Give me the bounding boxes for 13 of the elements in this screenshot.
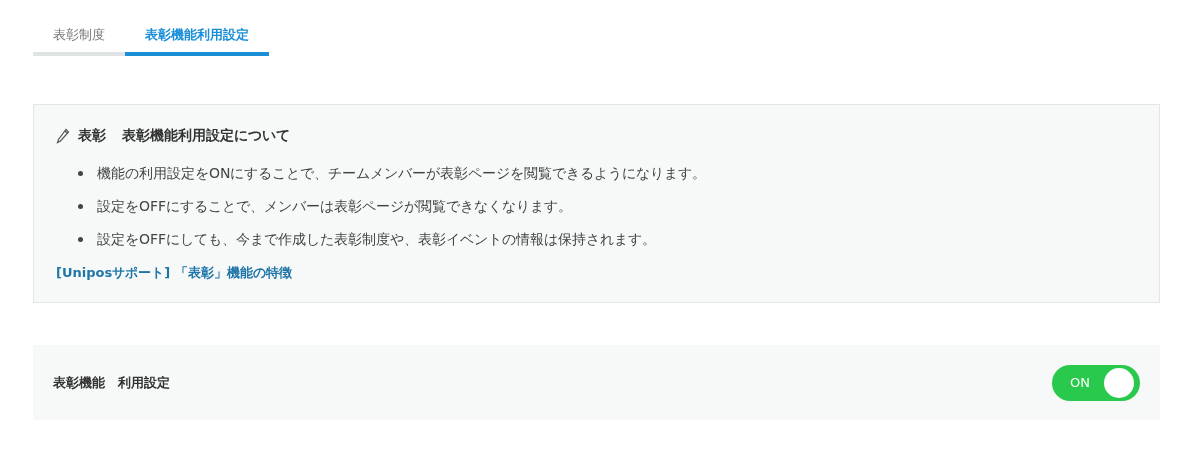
info-text: 設定をOFFにしても、今まで作成した表彰制度や、表彰イベントの情報は保持されます。 xyxy=(97,230,657,249)
tab[interactable]: 表彰制度 xyxy=(33,22,125,56)
bullet-icon xyxy=(78,237,83,242)
bullet-icon xyxy=(78,171,83,176)
info-title: 表彰機能利用設定について xyxy=(122,127,290,145)
pencil-icon xyxy=(56,128,70,144)
support-link[interactable]: [Uniposサポート] 「表彰」機能の特徴 xyxy=(56,264,292,282)
info-category: 表彰 xyxy=(78,127,106,145)
info-text: 機能の利用設定をONにすることで、チームメンバーが表彰ページを閲覧できるようになります。 xyxy=(97,164,707,183)
bullet-icon xyxy=(78,204,83,209)
info-text: 設定をOFFにすることで、メンバーは表彰ページが閲覧できなくなります。 xyxy=(97,197,573,216)
setting-label: 表彰機能 利用設定 xyxy=(53,373,170,392)
tab[interactable]: 表彰機能利用設定 xyxy=(125,22,269,56)
